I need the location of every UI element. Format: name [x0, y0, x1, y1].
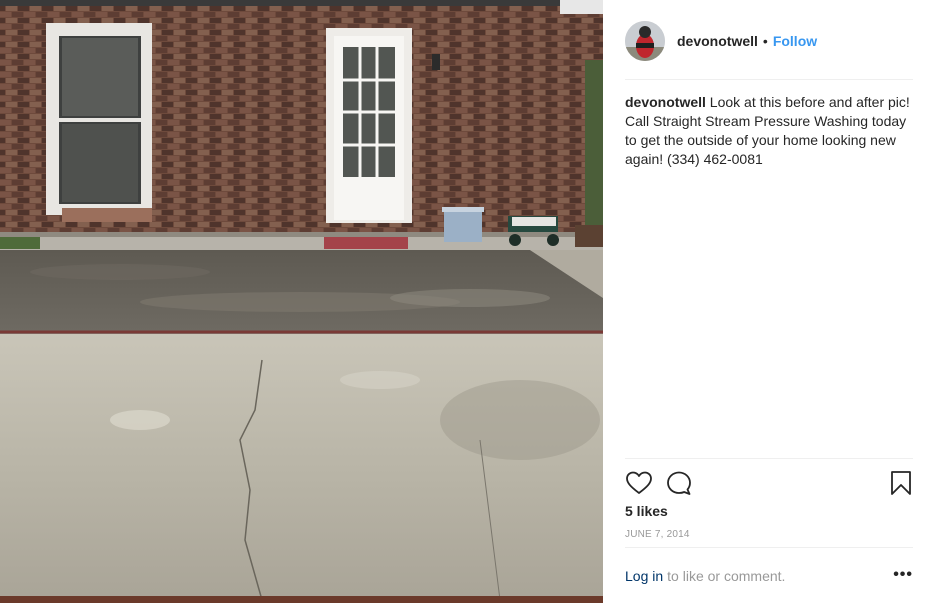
more-options-icon[interactable]: •••: [893, 566, 913, 584]
post-header: devonotwell • Follow: [625, 20, 913, 80]
action-bar: [625, 458, 913, 508]
bookmark-icon[interactable]: [887, 469, 915, 497]
login-link[interactable]: Log in: [625, 568, 663, 584]
heart-icon[interactable]: [625, 469, 653, 497]
username-link[interactable]: devonotwell: [677, 33, 758, 49]
likes-count[interactable]: 5 likes: [625, 503, 668, 519]
post-side-panel: devonotwell • Follow devonotwell Look at…: [603, 0, 936, 603]
caption-username[interactable]: devonotwell: [625, 94, 706, 110]
separator-dot: •: [762, 32, 768, 49]
follow-button[interactable]: Follow: [773, 33, 817, 49]
post-image[interactable]: [0, 0, 603, 603]
post-caption: devonotwell Look at this before and afte…: [625, 93, 917, 169]
post-date: JUNE 7, 2014: [625, 529, 690, 540]
login-footer: Log in to like or comment. •••: [625, 547, 913, 603]
speech-bubble-icon[interactable]: [665, 469, 693, 497]
patio-photo: [0, 0, 603, 603]
login-prompt-text: to like or comment.: [667, 567, 786, 584]
avatar-image: [625, 20, 665, 61]
avatar[interactable]: [625, 20, 665, 61]
